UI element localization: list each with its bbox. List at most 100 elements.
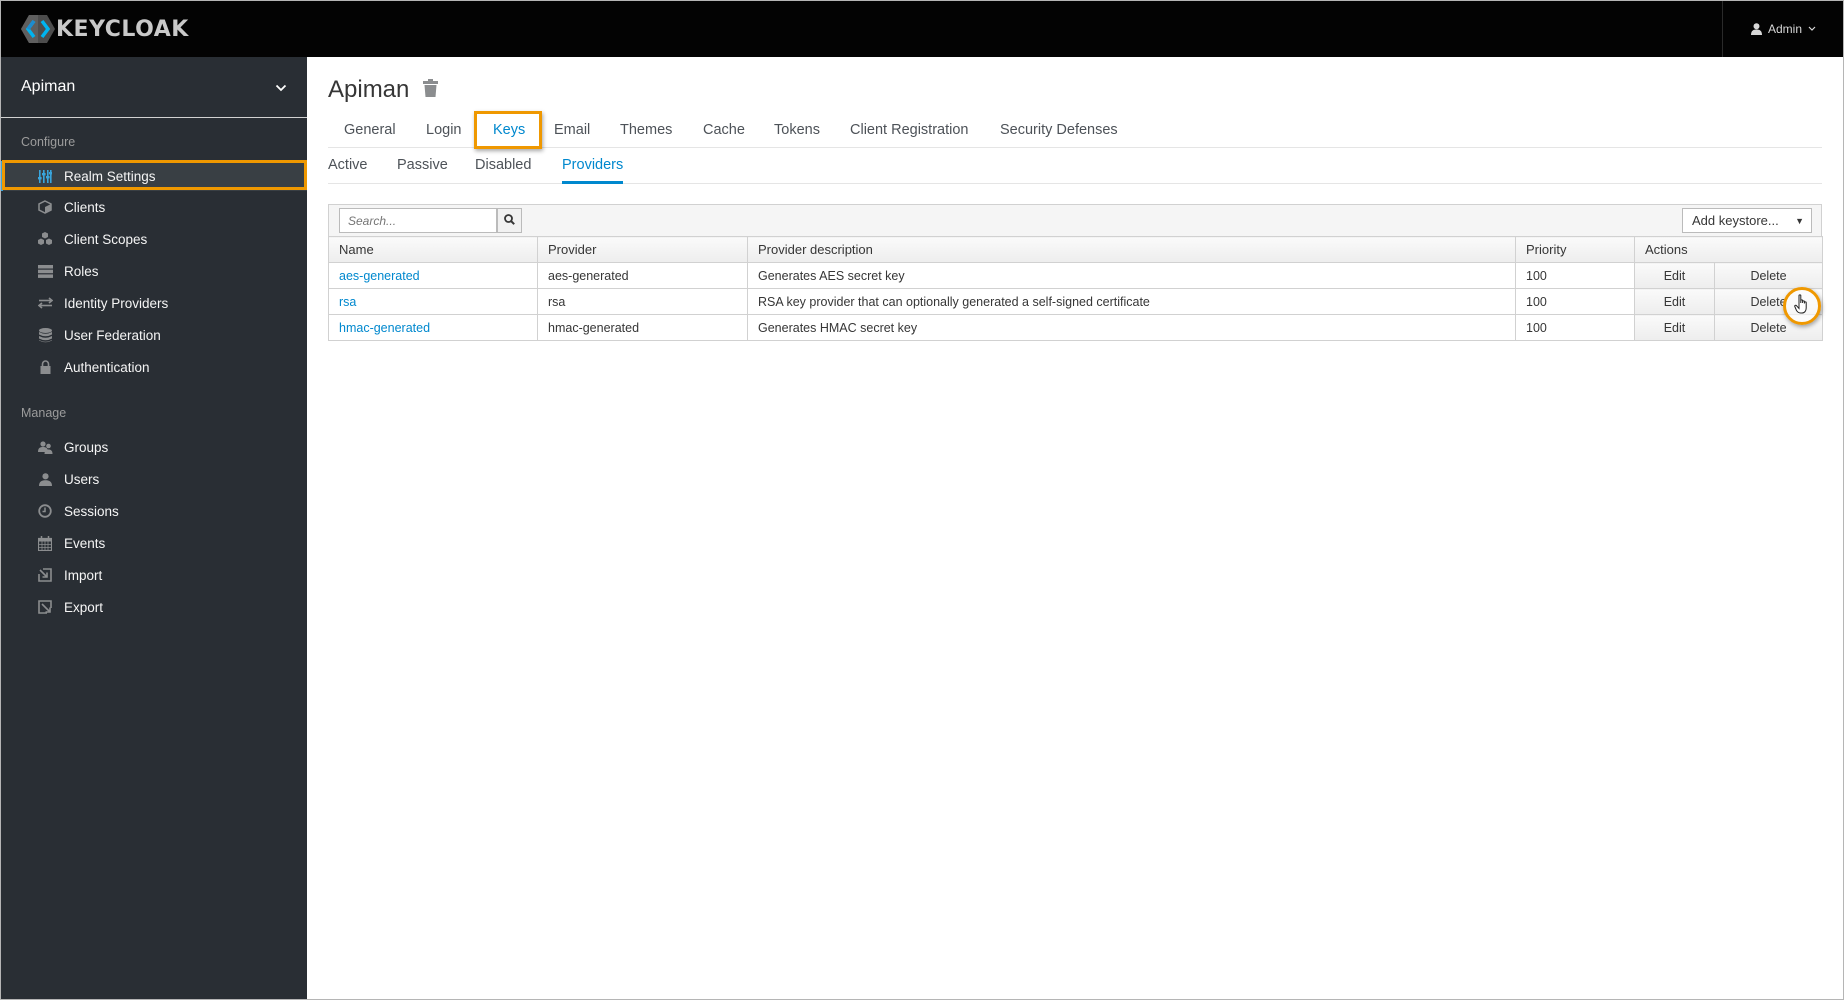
provider-name-link[interactable]: rsa — [328, 288, 538, 315]
subtab-providers[interactable]: Providers — [562, 157, 624, 184]
nav-section-manage: Manage — [21, 406, 67, 420]
priority-cell: 100 — [1515, 262, 1635, 289]
tab-login[interactable]: Login — [426, 122, 461, 138]
settings-tabs: General Login Keys Email Themes Cache To… — [328, 118, 1822, 148]
subtab-active[interactable]: Active — [328, 157, 368, 184]
user-name: Admin — [1767, 21, 1802, 36]
column-header-description[interactable]: Provider description — [747, 236, 1516, 263]
clock-icon — [36, 502, 54, 520]
sidebar-item-export[interactable]: Export — [0, 592, 307, 622]
sidebar-item-users[interactable]: Users — [0, 464, 307, 494]
edit-button[interactable]: Edit — [1634, 314, 1715, 341]
search-input[interactable] — [339, 208, 497, 233]
tab-themes[interactable]: Themes — [620, 122, 672, 138]
sidebar-item-label: User Federation — [64, 327, 161, 343]
sidebar-item-label: Realm Settings — [64, 168, 156, 184]
sidebar-item-label: Export — [64, 599, 104, 615]
column-header-actions: Actions — [1633, 236, 1824, 263]
edit-button[interactable]: Edit — [1634, 288, 1715, 315]
tab-keys[interactable]: Keys — [493, 122, 525, 138]
priority-cell: 100 — [1515, 314, 1635, 341]
top-navbar: KEYCLOAK Admin — [0, 0, 1844, 57]
realm-name: Apiman — [21, 78, 76, 95]
cubes-icon — [36, 230, 54, 248]
tab-general[interactable]: General — [344, 122, 396, 138]
caret-down-icon: ▼ — [1795, 216, 1804, 226]
exchange-icon — [36, 294, 54, 312]
sidebar-item-label: Events — [64, 535, 106, 551]
user-menu-dropdown[interactable]: Admin — [1722, 0, 1844, 57]
search-icon — [504, 212, 515, 230]
provider-name-link[interactable]: hmac-generated — [328, 314, 538, 341]
delete-button[interactable]: Delete — [1713, 288, 1824, 315]
sidebar-item-authentication[interactable]: Authentication — [0, 352, 307, 382]
provider-name-link[interactable]: aes-generated — [328, 262, 538, 289]
add-keystore-select[interactable]: Add keystore... ▼ — [1682, 208, 1812, 233]
page-title: Apiman — [328, 76, 439, 104]
server-icon — [36, 262, 54, 280]
sidebar-item-user-federation[interactable]: User Federation — [0, 320, 307, 350]
export-icon — [36, 598, 54, 616]
chevron-down-icon — [275, 79, 287, 97]
sidebar-item-label: Authentication — [64, 359, 150, 375]
sidebar-item-label: Import — [64, 567, 103, 583]
table-row: hmac-generated hmac-generated Generates … — [328, 314, 1824, 341]
sidebar-item-label: Client Scopes — [64, 231, 148, 247]
sidebar-item-label: Sessions — [64, 503, 119, 519]
priority-cell: 100 — [1515, 288, 1635, 315]
sidebar-item-label: Groups — [64, 439, 109, 455]
description-cell: Generates HMAC secret key — [747, 314, 1516, 341]
sidebar-item-groups[interactable]: Groups — [0, 432, 307, 462]
sidebar-item-label: Identity Providers — [64, 295, 169, 311]
table-row: aes-generated aes-generated Generates AE… — [328, 262, 1824, 289]
provider-cell: aes-generated — [537, 262, 748, 289]
search-button[interactable] — [497, 208, 522, 233]
subtab-disabled[interactable]: Disabled — [475, 157, 531, 184]
sidebar-item-clients[interactable]: Clients — [0, 192, 307, 222]
provider-cell: hmac-generated — [537, 314, 748, 341]
import-icon — [36, 566, 54, 584]
sidebar-item-import[interactable]: Import — [0, 560, 307, 590]
keycloak-logo[interactable]: KEYCLOAK — [20, 14, 189, 44]
sidebar-item-identity-providers[interactable]: Identity Providers — [0, 288, 307, 318]
description-cell: Generates AES secret key — [747, 262, 1516, 289]
tab-tokens[interactable]: Tokens — [774, 122, 820, 138]
delete-button[interactable]: Delete — [1713, 262, 1824, 289]
keycloak-logo-icon — [20, 14, 56, 44]
sidebar-item-roles[interactable]: Roles — [0, 256, 307, 286]
user-icon — [1750, 22, 1762, 35]
sliders-icon — [36, 167, 54, 185]
cube-icon — [36, 198, 54, 216]
sidebar-item-label: Users — [64, 471, 100, 487]
table-row: rsa rsa RSA key provider that can option… — [328, 288, 1824, 315]
sidebar-item-realm-settings[interactable]: Realm Settings — [0, 161, 307, 191]
user-icon — [36, 470, 54, 488]
sidebar-item-sessions[interactable]: Sessions — [0, 496, 307, 526]
sidebar-item-events[interactable]: Events — [0, 528, 307, 558]
brand-name: KEYCLOAK — [56, 16, 189, 42]
delete-button[interactable]: Delete — [1713, 314, 1824, 341]
users-icon — [36, 438, 54, 456]
database-icon — [36, 326, 54, 344]
column-header-provider[interactable]: Provider — [537, 236, 748, 263]
tab-email[interactable]: Email — [554, 122, 590, 138]
trash-icon[interactable] — [423, 76, 439, 104]
edit-button[interactable]: Edit — [1634, 262, 1715, 289]
providers-table: Name Provider Provider description Prior… — [328, 236, 1824, 341]
table-toolbar: Add keystore... ▼ — [328, 204, 1822, 236]
table-header-row: Name Provider Provider description Prior… — [328, 236, 1824, 263]
nav-section-configure: Configure — [21, 135, 76, 149]
column-header-name[interactable]: Name — [328, 236, 538, 263]
tab-security-defenses[interactable]: Security Defenses — [1000, 122, 1118, 138]
realm-selector[interactable]: Apiman — [0, 57, 307, 118]
calendar-icon — [36, 534, 54, 552]
providers-table-container: Add keystore... ▼ Name Provider Provider… — [328, 204, 1824, 341]
sidebar-item-client-scopes[interactable]: Client Scopes — [0, 224, 307, 254]
keys-subtabs: Active Passive Disabled Providers — [328, 152, 1822, 184]
column-header-priority[interactable]: Priority — [1515, 236, 1635, 263]
tab-cache[interactable]: Cache — [703, 122, 745, 138]
tab-client-registration[interactable]: Client Registration — [850, 122, 968, 138]
subtab-passive[interactable]: Passive — [397, 157, 448, 184]
lock-icon — [36, 358, 54, 376]
chevron-down-icon — [1808, 26, 1816, 32]
